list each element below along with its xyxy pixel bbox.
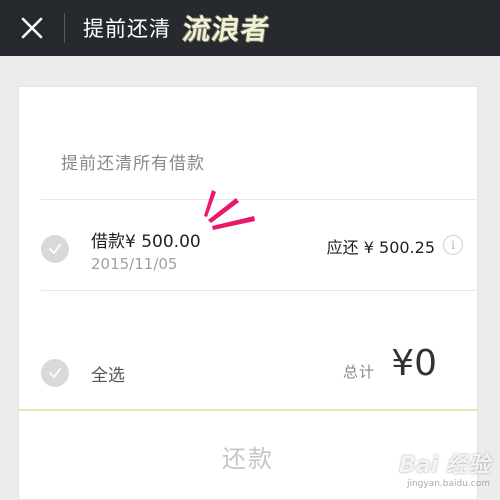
close-icon [21,17,43,39]
page-title: 提前还清 [83,17,171,41]
info-icon[interactable]: i [443,235,463,255]
close-button[interactable] [0,0,64,56]
section-title: 提前还清所有借款 [61,154,205,174]
repayment-card: 提前还清所有借款 借款¥ 500.00 2015/11/05 应还 ¥ 500.… [18,86,479,500]
checkmark-icon [49,244,61,254]
baidu-logo: Bai 经验 [399,454,490,478]
baidu-logo-text: Bai 经验 [399,453,490,478]
baidu-watermark: Bai 经验 jingyan.baidu.com [390,454,490,498]
amount-due: 应还 ¥ 500.25 [326,238,435,257]
loan-amount: 借款¥ 500.00 [91,232,201,252]
select-all-label[interactable]: 全选 [91,361,125,386]
app-root: 提前还清 流浪者 提前还清所有借款 借款¥ 500.00 2015/11/05 … [0,0,500,500]
emphasis-marks-icon [204,190,255,230]
total-value: ¥0 [391,343,437,384]
divider-middle [41,290,479,291]
divider-top [41,199,479,200]
select-all-checkbox[interactable] [41,359,69,387]
loan-date: 2015/11/05 [91,255,178,273]
total-label: 总计 [342,363,375,381]
author-watermark: 流浪者 [180,13,273,46]
header-divider [64,13,65,43]
checkmark-icon [49,368,61,378]
loan-checkbox[interactable] [41,235,69,263]
baidu-url: jingyan.baidu.com [406,479,490,489]
top-bar: 提前还清 流浪者 [0,0,500,56]
